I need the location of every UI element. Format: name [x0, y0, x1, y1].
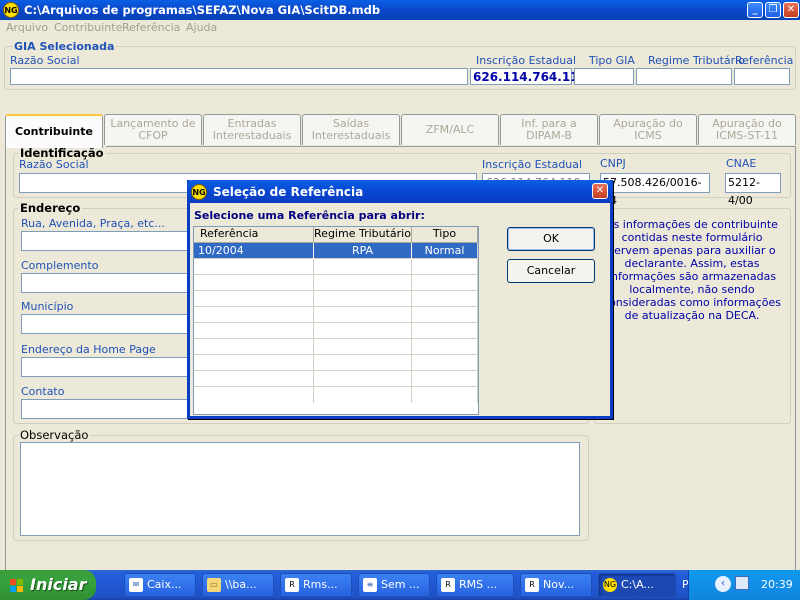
folder-icon: ▭ [207, 578, 221, 592]
observacao-legend: Observação [18, 428, 91, 442]
table-row [194, 323, 478, 339]
menu-arquivo[interactable]: Arquivo [6, 21, 48, 34]
ie-label: Inscrição Estadual [482, 158, 583, 171]
gia-referencia-label: Referência [735, 54, 794, 67]
contato-label: Contato [21, 385, 65, 398]
ng-icon: NG [603, 578, 617, 592]
taskbar-item-rms[interactable]: R Rms... [280, 573, 352, 597]
table-row [194, 339, 478, 355]
grid-header-tipo[interactable]: Tipo [412, 227, 478, 243]
info-text: As informações de contribuinte contidas … [603, 218, 781, 322]
tab-saidas-interestaduais[interactable]: Saídas Interestaduais [302, 114, 400, 145]
gia-legend: GIA Selecionada [12, 40, 117, 53]
clock[interactable]: 20:39 [761, 578, 793, 591]
network-icon[interactable] [735, 576, 749, 590]
dialog-title-bar[interactable]: NG Seleção de Referência ✕ [187, 180, 613, 203]
rms-icon: R [441, 578, 455, 592]
app-logo-icon: NG [3, 2, 19, 18]
document-icon: ≡ [363, 578, 377, 592]
taskbar-item-sem[interactable]: ≡ Sem ... [358, 573, 430, 597]
taskbar-item-caixa[interactable]: ✉ Caix... [124, 573, 196, 597]
gia-ie-field: 626.114.764.110 [470, 68, 587, 85]
start-button[interactable]: Iniciar [0, 570, 96, 600]
maximize-icon[interactable]: ❐ [765, 2, 781, 18]
gia-razao-social-field [10, 68, 468, 85]
complemento-label: Complemento [21, 259, 99, 272]
start-label: Iniciar [30, 575, 87, 594]
menu-contribuinte[interactable]: Contribuinte [54, 21, 122, 34]
tab-lancamento-cfop[interactable]: Lançamento de CFOP [104, 114, 202, 145]
cancel-button[interactable]: Cancelar [507, 259, 595, 283]
table-row [194, 355, 478, 371]
grid-header: Referência Regime Tributário Tipo [194, 227, 478, 243]
gia-razao-social-label: Razão Social [10, 54, 80, 67]
tab-entradas-interestaduais[interactable]: Entradas Interestaduais [203, 114, 301, 145]
close-icon[interactable]: ✕ [783, 2, 799, 18]
chevron-left-icon[interactable]: ‹ [715, 576, 731, 592]
taskbar-item-label: RMS ... [459, 578, 498, 591]
gia-ie-label: Inscrição Estadual [476, 54, 577, 67]
cnae-label: CNAE [726, 157, 757, 170]
dialog-close-icon[interactable]: ✕ [592, 183, 608, 199]
gia-regime-field [636, 68, 732, 85]
cell-tipo: Normal [412, 243, 478, 259]
gia-regime-label: Regime Tributário [648, 54, 745, 67]
grid-header-regime[interactable]: Regime Tributário [314, 227, 412, 243]
rms-icon: R [525, 578, 539, 592]
cell-regime: RPA [314, 243, 412, 259]
observacao-field[interactable] [20, 442, 580, 536]
grid-header-referencia[interactable]: Referência [194, 227, 314, 243]
dialog-logo-icon: NG [191, 184, 207, 200]
taskbar-item-nova-gia[interactable]: NG C:\A... [598, 573, 676, 597]
table-row [194, 387, 478, 403]
table-row [194, 291, 478, 307]
outlook-icon: ✉ [129, 578, 143, 592]
system-tray: ‹ 20:39 [688, 570, 800, 600]
taskbar-item-label: \\ba... [225, 578, 257, 591]
taskbar-item-label: Rms... [303, 578, 338, 591]
menu-referencia[interactable]: Referência [122, 21, 180, 34]
homepage-label: Endereço da Home Page [21, 343, 156, 356]
table-row [194, 371, 478, 387]
tab-apuracao-icms[interactable]: Apuração do ICMS [599, 114, 697, 145]
cnpj-label: CNPJ [600, 157, 626, 170]
cell-referencia: 10/2004 [194, 243, 314, 259]
table-row [194, 259, 478, 275]
tab-apuracao-icms-st[interactable]: Apuração do ICMS-ST-11 [698, 114, 796, 145]
tab-contribuinte[interactable]: Contribuinte [5, 114, 103, 148]
razao-social-label: Razão Social [19, 158, 89, 171]
taskbar-item-nova[interactable]: R Nov... [520, 573, 592, 597]
minimize-icon[interactable]: _ [747, 2, 763, 18]
gia-referencia-field [734, 68, 790, 85]
table-row [194, 307, 478, 323]
dialog-title: Seleção de Referência [213, 185, 364, 199]
tab-zfm-alc[interactable]: ZFM/ALC [401, 114, 499, 145]
table-row [194, 275, 478, 291]
rua-label: Rua, Avenida, Praça, etc... [21, 217, 165, 230]
gia-tipo-label: Tipo GIA [589, 54, 635, 67]
cnae-field[interactable]: 5212-4/00 [725, 173, 781, 207]
table-row[interactable]: 10/2004 RPA Normal [194, 243, 478, 259]
endereco-legend: Endereço [18, 201, 83, 215]
menu-bar: Arquivo Contribuinte Referência Ajuda [0, 20, 800, 38]
cnpj-field[interactable]: 57.508.426/0016-54 [600, 173, 710, 207]
taskbar-item-folder[interactable]: ▭ \\ba... [202, 573, 274, 597]
menu-ajuda[interactable]: Ajuda [186, 21, 217, 34]
taskbar-item-label: Caix... [147, 578, 182, 591]
rms-icon: R [285, 578, 299, 592]
windows-logo-icon [10, 578, 24, 592]
window-title-bar[interactable]: NG C:\Arquivos de programas\SEFAZ\Nova G… [0, 0, 800, 20]
municipio-label: Município [21, 300, 74, 313]
ok-button[interactable]: OK [507, 227, 595, 251]
referencia-grid[interactable]: Referência Regime Tributário Tipo 10/200… [193, 226, 479, 415]
tab-dipam-b[interactable]: Inf. para a DIPAM-B [500, 114, 598, 145]
taskbar-item-label: Nov... [543, 578, 575, 591]
gia-tipo-field [574, 68, 634, 85]
window-title: C:\Arquivos de programas\SEFAZ\Nova GIA\… [24, 3, 381, 17]
taskbar-item-label: C:\A... [621, 578, 654, 591]
taskbar-item-label: Sem ... [381, 578, 420, 591]
dialog-prompt: Selecione uma Referência para abrir: [194, 209, 425, 222]
taskbar-item-rms-2[interactable]: R RMS ... [436, 573, 514, 597]
